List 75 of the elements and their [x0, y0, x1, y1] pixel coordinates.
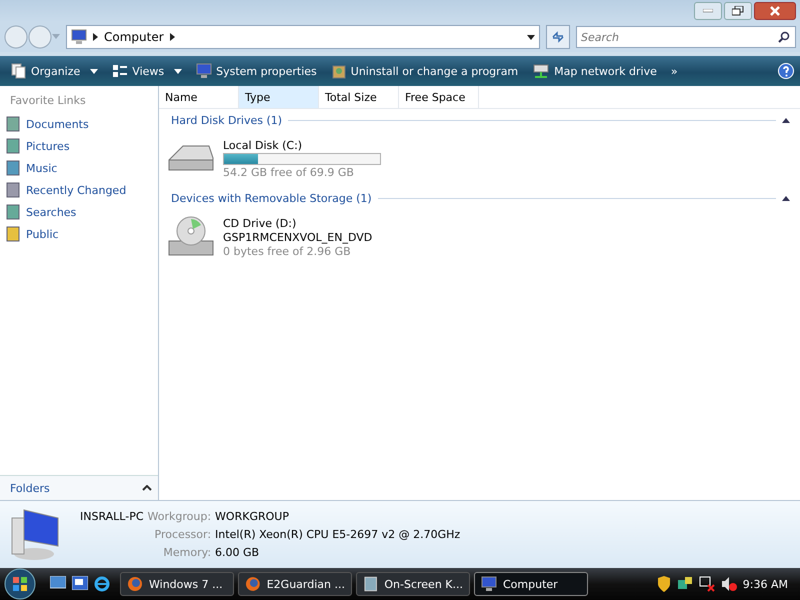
group-heading[interactable]: Devices with Removable Storage (1) [171, 192, 372, 204]
taskbar-button[interactable]: E2Guardian ... [238, 572, 352, 596]
taskbar-button[interactable]: On-Screen K... [356, 572, 470, 596]
muted-speaker-icon[interactable] [720, 576, 737, 592]
search-icon[interactable] [778, 31, 790, 43]
refresh-icon [551, 30, 565, 44]
breadcrumb[interactable]: Computer [104, 30, 164, 44]
sidebar-link[interactable]: Recently Changed [0, 179, 158, 201]
restore-icon [732, 6, 744, 16]
network-drive-icon [532, 63, 550, 79]
sidebar-link[interactable]: Documents [0, 113, 158, 135]
browser-icon[interactable] [94, 576, 110, 592]
drive-name: Local Disk (C:) [223, 139, 304, 152]
toolbar-button[interactable]: Map network drive [527, 60, 662, 82]
toolbar-button[interactable]: System properties [191, 60, 322, 82]
detail-value: 6.00 GB [215, 546, 260, 558]
sidebar-link[interactable]: Music [0, 157, 158, 179]
breadcrumb-arrow-icon [93, 33, 98, 41]
detail-label: Workgroup: [148, 510, 212, 522]
restore-button[interactable] [724, 2, 752, 20]
chevron-up-icon[interactable] [782, 118, 790, 122]
caret-icon [90, 68, 98, 74]
drive-item[interactable]: Local Disk (C:) 54.2 GB free of 69.9 GB [159, 131, 800, 187]
firefox-icon [245, 576, 261, 592]
detail-label: Processor: [154, 528, 212, 540]
network-icon[interactable] [676, 576, 693, 592]
computer-icon [71, 29, 87, 45]
drive-item[interactable]: CD Drive (D:) GSP1RMCENXVOL_EN_DVD 0 bytes free of 2.96 GB [159, 209, 800, 265]
sidebar-heading: Favorite Links [9, 93, 87, 109]
windows-icon[interactable] [72, 576, 88, 590]
monitor-icon [196, 63, 212, 79]
toolbar-button[interactable]: Views [107, 60, 188, 82]
help-icon[interactable] [778, 63, 794, 79]
sidebar-link[interactable]: Public [0, 223, 158, 245]
box-icon [330, 63, 347, 79]
taskbar-button[interactable]: Windows 7 ... [120, 572, 234, 596]
volume-label: GSP1RMCENXVOL_EN_DVD [223, 230, 372, 244]
network-disconnected-icon[interactable] [698, 576, 715, 592]
computer-icon [481, 576, 497, 592]
detail-value: WORKGROUP [215, 510, 290, 522]
chevron-up-icon[interactable] [782, 196, 790, 200]
start-button[interactable] [4, 568, 36, 600]
free-space-text: 54.2 GB free of 69.9 GB [223, 166, 355, 179]
desktop-icon[interactable] [50, 576, 66, 590]
breadcrumb-arrow-icon [170, 33, 175, 41]
chevron-up-icon [142, 485, 152, 491]
more-button[interactable]: » [666, 62, 683, 80]
clock[interactable]: 9:36 AM [742, 578, 788, 590]
sidebar-link[interactable]: Searches [0, 201, 158, 223]
address-bar[interactable]: Computer [66, 25, 540, 49]
caret-icon [174, 68, 182, 74]
pages-icon [11, 63, 27, 79]
minimize-icon [703, 9, 713, 13]
toolbar-button[interactable]: Organize [6, 60, 104, 82]
column-header[interactable]: Type [239, 86, 319, 108]
folders-toggle[interactable]: Folders [0, 475, 158, 500]
shield-icon[interactable] [656, 576, 671, 592]
detail-label: Memory: [162, 546, 212, 558]
group-heading[interactable]: Hard Disk Drives (1) [171, 114, 282, 126]
close-button[interactable] [754, 2, 796, 20]
dropdown-arrow-icon[interactable] [527, 34, 535, 40]
free-space-text: 0 bytes free of 2.96 GB [223, 244, 352, 258]
column-header[interactable]: Free Space [399, 86, 479, 108]
close-icon [770, 6, 780, 16]
refresh-button[interactable] [546, 25, 570, 49]
firefox-icon [127, 576, 143, 592]
taskbar-button[interactable]: Computer [474, 572, 588, 596]
column-header[interactable]: Total Size [319, 86, 399, 108]
sidebar-link[interactable]: Pictures [0, 135, 158, 157]
views-icon [112, 63, 128, 79]
drive-name: CD Drive (D:) [223, 216, 298, 230]
search-field[interactable]: Search [576, 26, 796, 48]
detail-value: Intel(R) Xeon(R) CPU E5-2697 v2 @ 2.70GHz [215, 528, 462, 540]
computer-name: INSRALL-PC [80, 510, 144, 522]
toolbar-button[interactable]: Uninstall or change a program [326, 60, 524, 82]
